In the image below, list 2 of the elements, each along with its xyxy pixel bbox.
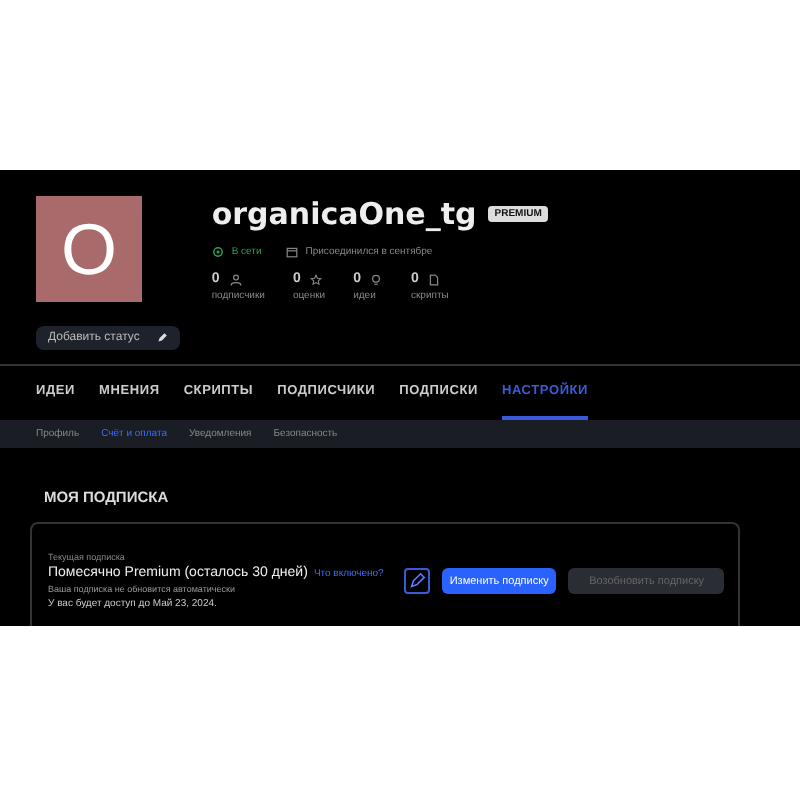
avatar: O — [36, 196, 142, 302]
username: organicaOne_tg — [211, 196, 477, 232]
